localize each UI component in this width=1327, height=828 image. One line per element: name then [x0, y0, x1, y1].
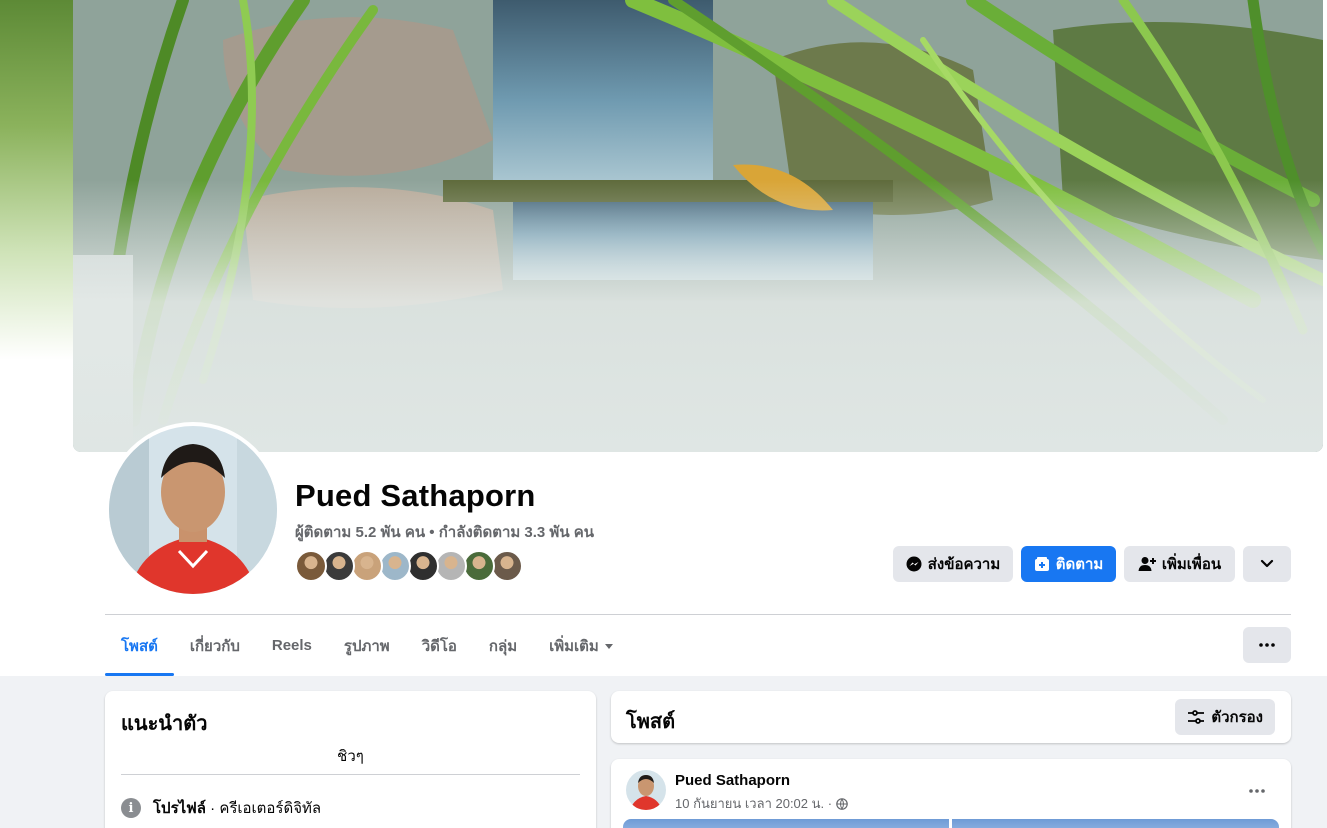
tab-posts[interactable]: โพสต์ [105, 615, 174, 676]
more-dots-icon [1259, 643, 1275, 647]
tab-more[interactable]: เพิ่มเติม [533, 615, 629, 676]
profile-type-label: โปรไฟล์ [153, 800, 206, 817]
post-card: Pued Sathaporn 10 กันยายน เวลา 20:02 น. … [611, 759, 1291, 828]
post-image[interactable] [623, 819, 1279, 828]
more-dots-icon [1249, 789, 1265, 793]
message-button-label: ส่งข้อความ [927, 556, 1001, 573]
follow-button-label: ติดตาม [1055, 556, 1104, 573]
tab-reels[interactable]: Reels [256, 615, 328, 676]
filter-icon [1188, 710, 1205, 724]
mutual-friends-avatars[interactable] [295, 550, 523, 582]
follow-icon [1034, 557, 1049, 571]
tab-label: รูปภาพ [343, 637, 390, 655]
profile-tabs: โพสต์ เกี่ยวกับ Reels รูปภาพ วิดีโอ กลุ่… [105, 615, 629, 676]
follow-button[interactable]: ติดตาม [1021, 546, 1116, 582]
tab-label: เกี่ยวกับ [189, 637, 240, 655]
tab-label: Reels [271, 637, 312, 654]
profile-picture[interactable] [105, 422, 281, 598]
tab-label: กลุ่ม [488, 637, 518, 655]
tab-label: เพิ่มเติม [549, 637, 599, 655]
intro-card: แนะนำตัว ชิวๆ i โปรไฟล์ · ครีเอเตอร์ดิจิ… [105, 691, 596, 828]
tab-label: วิดีโอ [421, 637, 457, 655]
friend-avatar[interactable] [323, 550, 355, 582]
image-divider [949, 819, 952, 828]
intro-bio: ชิวๆ [337, 748, 364, 765]
intro-divider [121, 774, 580, 775]
friend-avatar[interactable] [491, 550, 523, 582]
filter-button-label: ตัวกรอง [1211, 709, 1263, 726]
filter-button[interactable]: ตัวกรอง [1175, 699, 1275, 735]
tab-photos[interactable]: รูปภาพ [328, 615, 406, 676]
globe-icon [836, 797, 848, 810]
messenger-icon [906, 556, 922, 572]
add-friend-button-label: เพิ่มเพื่อน [1161, 556, 1222, 573]
more-options-button[interactable] [1243, 627, 1291, 663]
post-meta: 10 กันยายน เวลา 20:02 น. · [675, 793, 848, 814]
friend-avatar[interactable] [351, 550, 383, 582]
friend-avatar[interactable] [435, 550, 467, 582]
cover-photo[interactable] [73, 0, 1323, 452]
friend-avatar[interactable] [463, 550, 495, 582]
tab-groups[interactable]: กลุ่ม [473, 615, 533, 676]
tab-about[interactable]: เกี่ยวกับ [174, 615, 256, 676]
expand-dropdown-button[interactable] [1243, 546, 1291, 582]
friend-avatar[interactable] [379, 550, 411, 582]
avatar [109, 426, 277, 594]
cover-photo-image [73, 0, 1323, 452]
tab-videos[interactable]: วิดีโอ [406, 615, 473, 676]
intro-title: แนะนำตัว [121, 713, 208, 735]
profile-type-value: · ครีเอเตอร์ดิจิทัล [206, 800, 322, 817]
post-options-button[interactable] [1239, 773, 1275, 809]
follower-stats[interactable]: ผู้ติดตาม 5.2 พัน คน • กำลังติดตาม 3.3 พ… [295, 520, 594, 544]
posts-header-card: โพสต์ ตัวกรอง [611, 691, 1291, 743]
add-friend-icon [1138, 557, 1156, 571]
add-friend-button[interactable]: เพิ่มเพื่อน [1124, 546, 1235, 582]
message-button[interactable]: ส่งข้อความ [893, 546, 1013, 582]
intro-profile-row: i โปรไฟล์ · ครีเอเตอร์ดิจิทัล [121, 796, 321, 820]
caret-down-icon [604, 644, 613, 649]
friend-avatar[interactable] [407, 550, 439, 582]
post-timestamp[interactable]: 10 กันยายน เวลา 20:02 น. · [675, 793, 832, 814]
chevron-down-icon [1260, 559, 1274, 568]
background-strip [0, 0, 73, 360]
posts-title: โพสต์ [626, 711, 676, 733]
tab-label: โพสต์ [121, 637, 158, 655]
post-author-avatar[interactable] [626, 770, 666, 810]
post-author-name[interactable]: Pued Sathaporn [675, 772, 790, 789]
profile-name: Pued Sathaporn [295, 478, 536, 513]
friend-avatar[interactable] [295, 550, 327, 582]
info-icon: i [121, 798, 141, 818]
